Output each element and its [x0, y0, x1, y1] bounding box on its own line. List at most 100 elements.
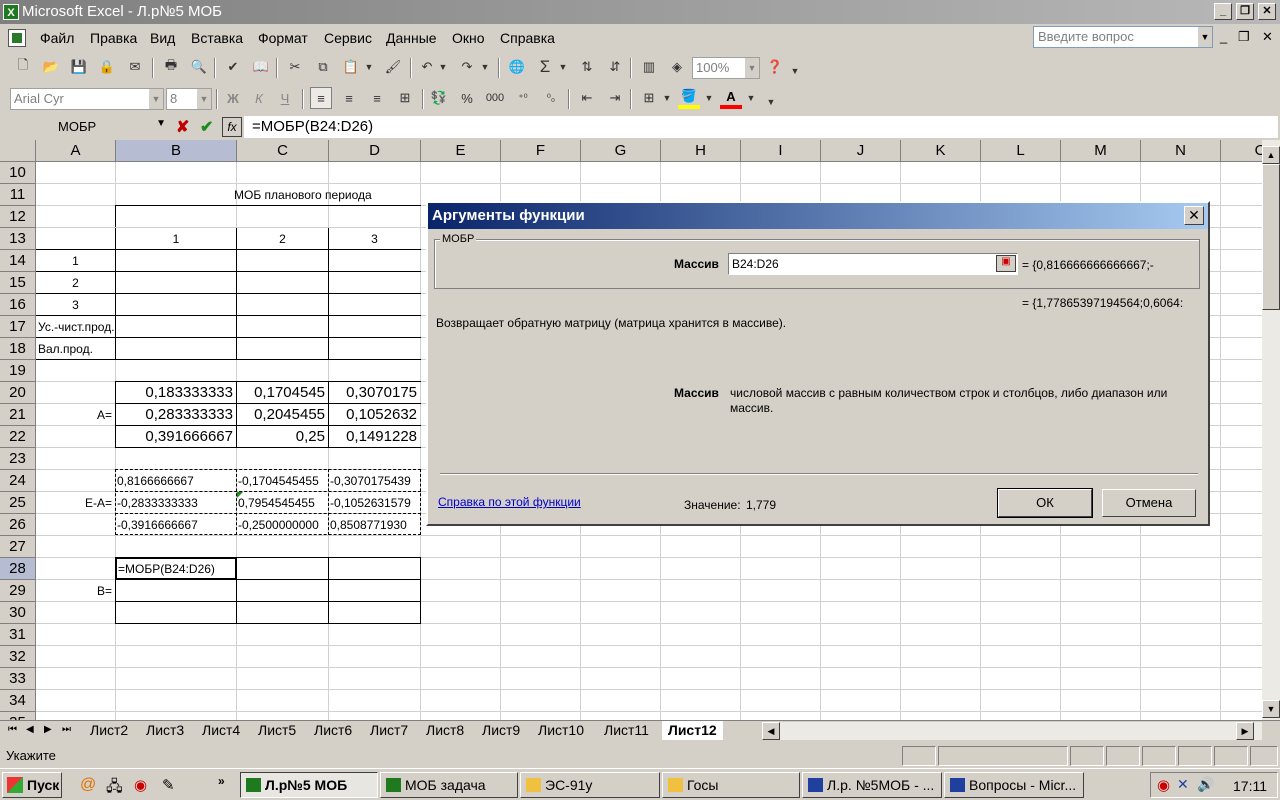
chevron-down-icon[interactable]: ▼: [362, 56, 376, 78]
sheet-tab-11[interactable]: Лист11: [604, 721, 649, 740]
cell-a29[interactable]: B=: [36, 580, 115, 602]
menu-view[interactable]: Вид: [150, 30, 175, 46]
cell-c22[interactable]: 0,25: [237, 426, 328, 448]
col-header-h[interactable]: H: [661, 140, 741, 162]
cell-b26[interactable]: -0,3916666667: [117, 514, 236, 536]
menu-window[interactable]: Окно: [452, 30, 485, 46]
sheet-tab-12[interactable]: Лист12: [662, 721, 723, 740]
row-header-18[interactable]: 18: [0, 338, 36, 360]
underline-icon[interactable]: Ч: [274, 87, 296, 109]
doc-restore-icon[interactable]: ❐: [1238, 29, 1250, 45]
cell-d20[interactable]: 0,3070175: [329, 382, 420, 404]
cell-b28-editing[interactable]: =МОБР(B24:D26): [118, 558, 236, 580]
research-icon[interactable]: 📖: [250, 56, 272, 78]
row-header-24[interactable]: 24: [0, 470, 36, 492]
align-center-icon[interactable]: ≡: [338, 87, 360, 109]
dialog-close-button[interactable]: ✕: [1184, 206, 1204, 225]
cancel-button[interactable]: Отмена: [1102, 489, 1196, 517]
help-icon[interactable]: ❓: [764, 56, 786, 78]
col-header-k[interactable]: K: [901, 140, 981, 162]
borders-icon[interactable]: ⊞: [638, 87, 660, 109]
menu-edit[interactable]: Правка: [90, 30, 137, 46]
scroll-right-icon[interactable]: ▶: [1236, 722, 1254, 740]
scroll-down-icon[interactable]: ▼: [1262, 700, 1280, 718]
enter-icon[interactable]: ✔: [200, 117, 213, 137]
chevron-down-icon[interactable]: ▼: [556, 56, 570, 78]
col-header-l[interactable]: L: [981, 140, 1061, 162]
app-quicklaunch-icon[interactable]: ✎: [162, 776, 175, 794]
network-tray-icon[interactable]: ✕: [1177, 776, 1189, 793]
dialog-title[interactable]: Аргументы функции: [428, 203, 1208, 229]
sheet-tab-3[interactable]: Лист3: [146, 721, 184, 740]
first-sheet-icon[interactable]: ⏮: [8, 724, 17, 735]
last-sheet-icon[interactable]: ⏭: [62, 724, 71, 735]
cell-b24[interactable]: 0,8166666667: [117, 470, 236, 492]
thousands-icon[interactable]: 000: [484, 87, 506, 109]
scroll-left-icon[interactable]: ◀: [762, 722, 780, 740]
ask-question-input[interactable]: Введите вопрос ▼: [1033, 26, 1213, 48]
quicklaunch-more-icon[interactable]: »: [218, 774, 225, 788]
row-header-30[interactable]: 30: [0, 602, 36, 624]
antivirus-tray-icon[interactable]: ◉: [1157, 776, 1170, 794]
col-header-o[interactable]: O: [1221, 140, 1262, 162]
workbook-icon[interactable]: [8, 29, 26, 47]
cell-d24[interactable]: -0,3070175439: [330, 470, 420, 492]
col-header-f[interactable]: F: [501, 140, 581, 162]
cell-d13[interactable]: 3: [329, 228, 420, 250]
font-color-icon[interactable]: A: [720, 87, 742, 109]
row-header-25[interactable]: 25: [0, 492, 36, 514]
chevron-down-icon[interactable]: ▼: [156, 118, 166, 129]
row-header-21[interactable]: 21: [0, 404, 36, 426]
row-header-11[interactable]: 11: [0, 184, 36, 206]
col-header-m[interactable]: M: [1061, 140, 1141, 162]
row-header-12[interactable]: 12: [0, 206, 36, 228]
network-quicklaunch-icon[interactable]: 🖧: [106, 776, 123, 800]
font-size-select[interactable]: 8 ▼: [166, 88, 212, 110]
menu-insert[interactable]: Вставка: [191, 30, 243, 46]
col-header-d[interactable]: D: [329, 140, 421, 162]
drawing-icon[interactable]: ◈: [666, 56, 688, 78]
cell-c25[interactable]: 0,7954545455: [238, 492, 328, 514]
formula-input[interactable]: =МОБР(B24:D26): [244, 116, 1278, 138]
row-header-19[interactable]: 19: [0, 360, 36, 382]
open-icon[interactable]: 📂: [40, 56, 62, 78]
decrease-decimal-icon[interactable]: ⁰₀: [540, 87, 562, 109]
cell-a25[interactable]: E-A=: [36, 492, 115, 514]
name-box[interactable]: МОБР ▼: [2, 116, 168, 138]
task-folder-gosy[interactable]: Госы: [662, 772, 800, 798]
array-argument-input[interactable]: B24:D26: [728, 253, 1018, 275]
task-word-lr5[interactable]: Л.р. №5МОБ - ...: [802, 772, 942, 798]
sheet-tab-8[interactable]: Лист8: [426, 721, 464, 740]
task-excel-lr5[interactable]: Л.р№5 МОБ: [240, 772, 378, 798]
opera-quicklaunch-icon[interactable]: ◉: [134, 776, 147, 794]
redo-icon[interactable]: ↷: [456, 56, 478, 78]
italic-icon[interactable]: К: [248, 87, 270, 109]
chevron-down-icon[interactable]: ▼: [745, 58, 759, 78]
row-header-34[interactable]: 34: [0, 690, 36, 712]
prev-sheet-icon[interactable]: ◀: [26, 724, 34, 735]
cell-d26[interactable]: 0,8508771930: [330, 514, 420, 536]
percent-icon[interactable]: %: [456, 87, 478, 109]
cell-b11-title[interactable]: МОБ планового периода: [234, 184, 434, 206]
align-left-icon[interactable]: ≡: [310, 87, 332, 109]
chevron-down-icon[interactable]: ▼: [660, 87, 674, 109]
print-icon[interactable]: 🖶: [160, 56, 182, 78]
cell-a17[interactable]: Ус.-чист.прод.: [38, 316, 116, 338]
col-header-g[interactable]: G: [581, 140, 661, 162]
row-header-23[interactable]: 23: [0, 448, 36, 470]
task-word-voprosy[interactable]: Вопросы - Micr...: [944, 772, 1084, 798]
cell-b13[interactable]: 1: [116, 228, 236, 250]
font-select[interactable]: Arial Cyr ▼: [10, 88, 164, 110]
cell-a18[interactable]: Вал.прод.: [38, 338, 116, 360]
save-icon[interactable]: 💾: [68, 56, 90, 78]
sheet-tab-6[interactable]: Лист6: [314, 721, 352, 740]
chevron-down-icon[interactable]: ▼: [436, 56, 450, 78]
paste-icon[interactable]: 📋: [340, 56, 362, 78]
col-header-c[interactable]: C: [237, 140, 329, 162]
row-header-26[interactable]: 26: [0, 514, 36, 536]
sheet-tab-10[interactable]: Лист10: [538, 721, 584, 740]
cell-b22[interactable]: 0,391666667: [116, 426, 236, 448]
cell-c21[interactable]: 0,2045455: [237, 404, 328, 426]
menu-data[interactable]: Данные: [386, 30, 437, 46]
horizontal-scrollbar[interactable]: ◀ ▶: [762, 722, 1262, 740]
